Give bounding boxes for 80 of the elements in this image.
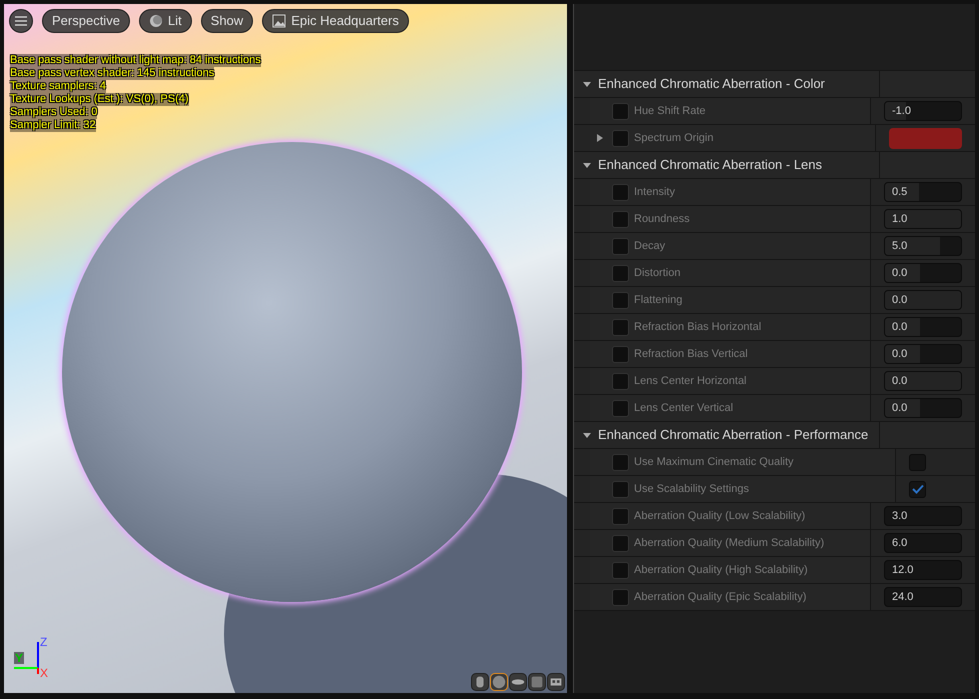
- property-label: Distortion: [634, 266, 680, 281]
- preview-shape-button[interactable]: [509, 673, 527, 691]
- toolbar-button[interactable]: Show: [200, 9, 254, 33]
- override-checkbox[interactable]: [612, 562, 629, 578]
- shader-stat-text: Sampler Limit: 32: [10, 119, 96, 132]
- override-checkbox[interactable]: [612, 130, 629, 146]
- color-swatch[interactable]: [889, 128, 962, 148]
- override-checkbox[interactable]: [612, 372, 629, 390]
- slider-field[interactable]: 0.0: [884, 263, 962, 283]
- slider-field[interactable]: 0.5: [884, 182, 962, 202]
- property-label: Lens Center Vertical: [634, 400, 734, 416]
- property-label: Aberration Quality (Medium Scalability): [634, 536, 824, 551]
- axis-label: X: [40, 667, 48, 679]
- override-checkbox[interactable]: [612, 292, 629, 308]
- override-checkbox[interactable]: [612, 454, 629, 470]
- checkbox[interactable]: [909, 480, 926, 498]
- slider-field[interactable]: 0.0: [884, 317, 962, 337]
- view-mode-button[interactable]: Lit: [138, 9, 192, 33]
- property-label: Use Maximum Cinematic Quality: [634, 454, 794, 470]
- override-checkbox[interactable]: [612, 508, 629, 524]
- shader-stat-text: Samplers Used: 0: [10, 106, 98, 119]
- caret-icon: [582, 430, 592, 440]
- caret-icon: [582, 79, 592, 89]
- picture-icon: [272, 14, 286, 28]
- override-checkbox[interactable]: [612, 238, 629, 254]
- toolbar-button[interactable]: Perspective: [42, 9, 130, 33]
- slider-field[interactable]: 0.0: [884, 344, 962, 364]
- slider-field[interactable]: 5.0: [884, 236, 962, 256]
- shader-stat-text: Base pass shader without light map: 84 instructions: [10, 54, 261, 67]
- override-checkbox[interactable]: [612, 184, 629, 200]
- slider-field[interactable]: 0.0: [884, 290, 962, 310]
- sphere-icon: [491, 674, 507, 690]
- expand-arrow-icon[interactable]: [596, 133, 604, 143]
- property-label: Lens Center Horizontal: [634, 374, 747, 389]
- property-label: Refraction Bias Vertical: [634, 346, 748, 362]
- moon-icon: [148, 14, 163, 28]
- override-checkbox[interactable]: [612, 102, 629, 120]
- property-label: Intensity: [634, 184, 675, 200]
- override-checkbox[interactable]: [612, 346, 629, 362]
- property-label: Aberration Quality (Low Scalability): [634, 508, 806, 524]
- property-label: Roundness: [634, 212, 690, 227]
- number-field[interactable]: 3.0: [884, 506, 962, 526]
- override-checkbox[interactable]: [612, 264, 629, 282]
- level-button[interactable]: Epic Headquarters: [262, 9, 409, 33]
- checkmark-icon: [912, 484, 924, 494]
- axis-label: Z: [40, 636, 48, 648]
- override-checkbox[interactable]: [612, 400, 629, 416]
- number-field[interactable]: 24.0: [884, 587, 962, 607]
- override-checkbox[interactable]: [612, 480, 629, 498]
- cube-icon: [529, 674, 545, 690]
- property-label: Aberration Quality (Epic Scalability): [634, 590, 806, 605]
- shader-stat-text: Base pass vertex shader: 145 instructions: [10, 67, 214, 80]
- property-label: Hue Shift Rate: [634, 104, 706, 119]
- override-checkbox[interactable]: [612, 210, 629, 228]
- preview-shape-button[interactable]: [490, 673, 508, 691]
- axis-label: Y: [14, 652, 24, 664]
- property-label: Spectrum Origin: [634, 130, 714, 146]
- shader-stat-text: Texture samplers: 4: [10, 80, 106, 93]
- checkbox[interactable]: [909, 454, 926, 470]
- shader-stat-text: Texture Lookups (Est.): VS(0), PS(4): [10, 93, 189, 106]
- preview-shape-button[interactable]: [528, 673, 546, 691]
- override-checkbox[interactable]: [612, 318, 629, 336]
- property-label: Flattening: [634, 292, 682, 308]
- override-checkbox[interactable]: [612, 588, 629, 606]
- slider-field[interactable]: 1.0: [884, 209, 962, 229]
- number-field[interactable]: 6.0: [884, 533, 962, 553]
- menu-button[interactable]: [9, 9, 33, 33]
- number-field[interactable]: 12.0: [884, 560, 962, 580]
- caret-icon: [582, 160, 592, 170]
- slider-field[interactable]: 0.0: [884, 398, 962, 418]
- slider-field[interactable]: -1.0: [884, 101, 962, 121]
- property-label: Refraction Bias Horizontal: [634, 320, 762, 335]
- menu-icon: [15, 16, 27, 26]
- slider-field[interactable]: 0.0: [884, 371, 962, 391]
- preview-shape-button[interactable]: [547, 673, 565, 691]
- property-label: Aberration Quality (High Scalability): [634, 562, 808, 578]
- preview-shape-button[interactable]: [471, 673, 489, 691]
- property-label: Use Scalability Settings: [634, 482, 749, 497]
- property-label: Decay: [634, 238, 666, 254]
- override-checkbox[interactable]: [612, 534, 629, 552]
